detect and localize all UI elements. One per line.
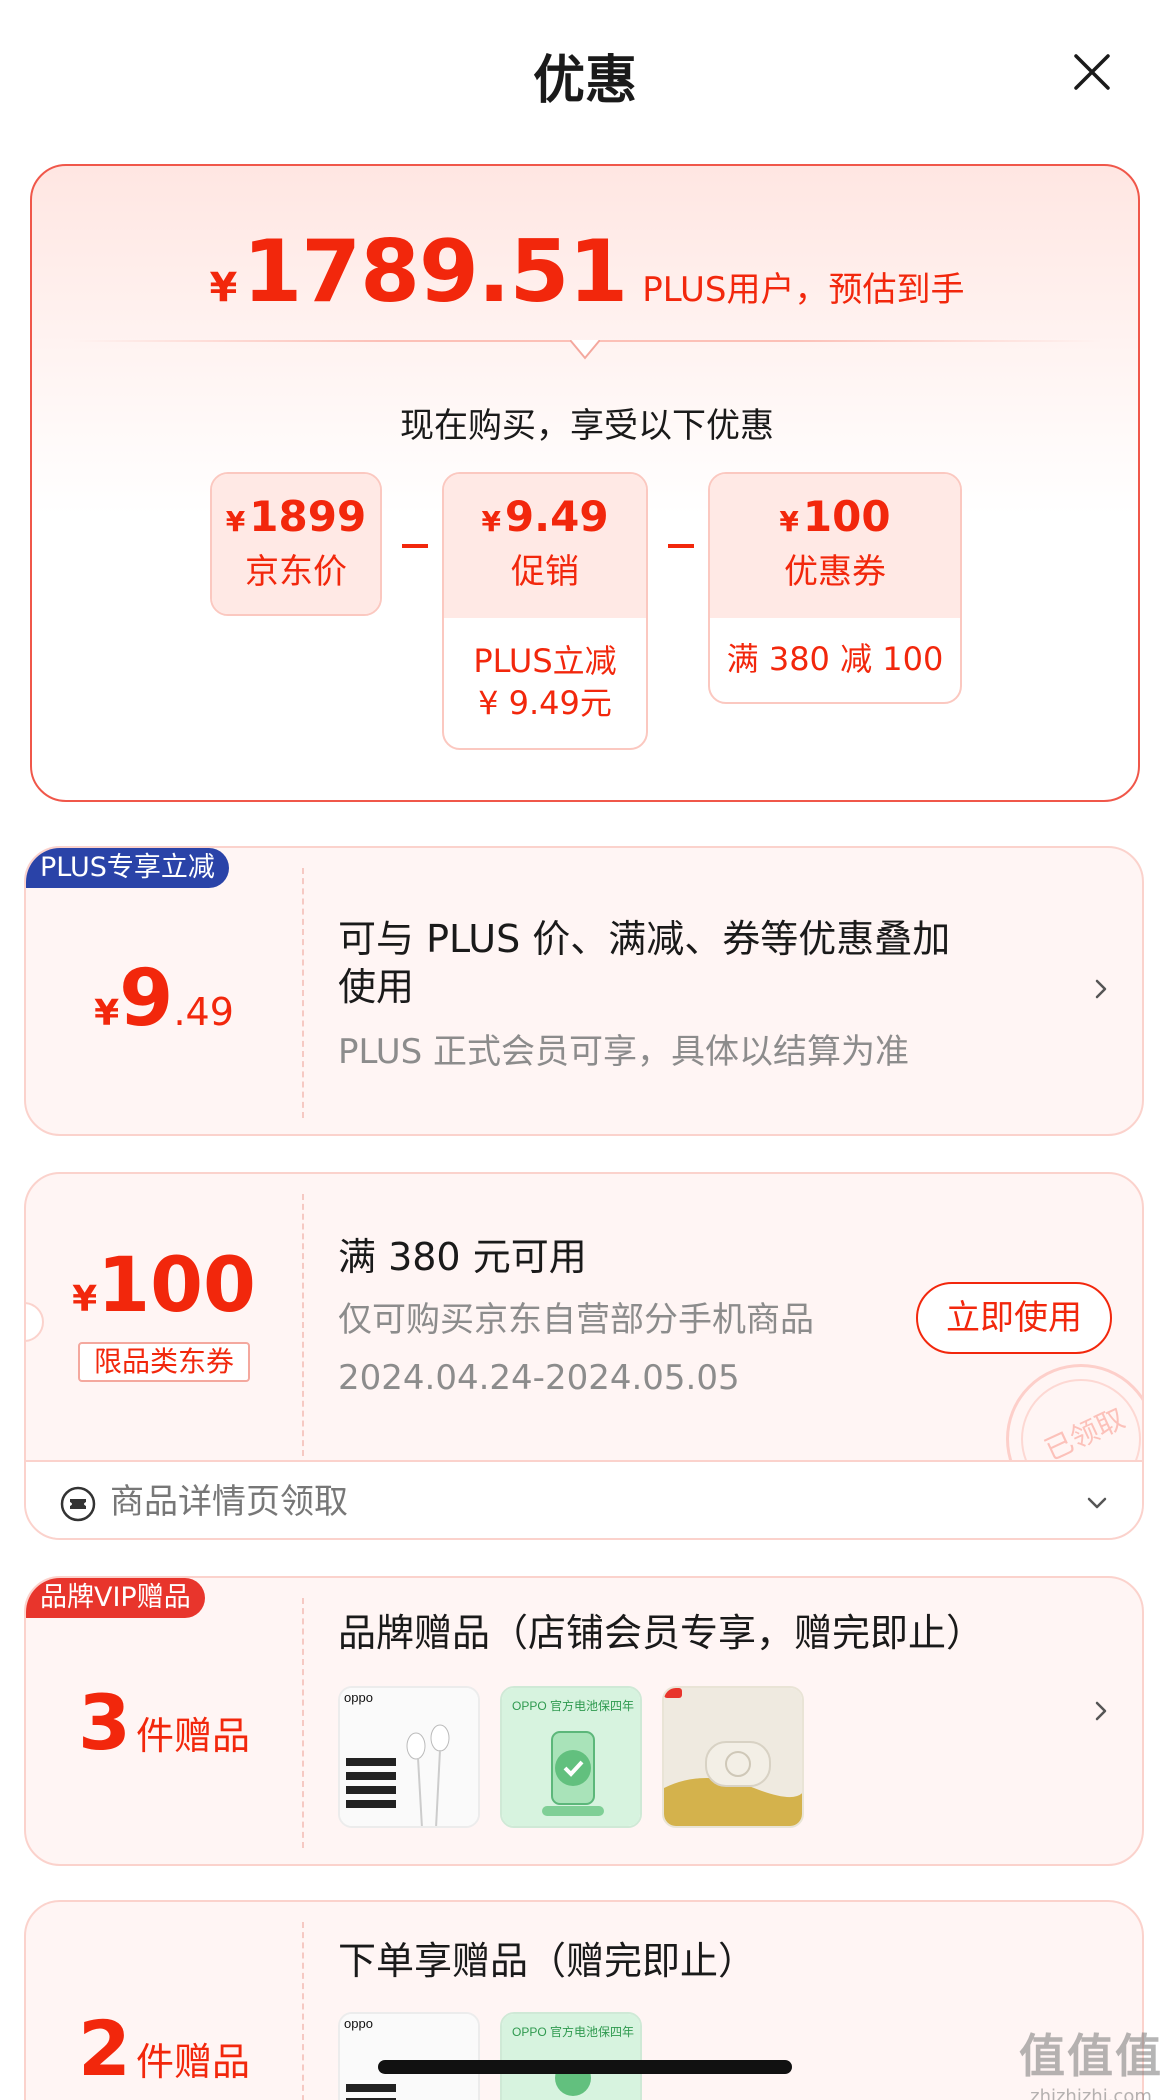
currency-symbol: ¥	[94, 993, 120, 1034]
currency-symbol: ¥	[209, 265, 238, 311]
use-now-button[interactable]: 立即使用	[916, 1282, 1112, 1354]
coupon-validity: 2024.04.24-2024.05.05	[338, 1358, 740, 1398]
watermark-url: zhizhizhi.com	[1030, 2086, 1152, 2100]
breakdown-amount: 1899	[249, 492, 367, 541]
coupon-footer[interactable]: 商品详情页领取	[26, 1460, 1142, 1538]
brand-gift-card[interactable]: 品牌VIP赠品 3 件赠品 品牌赠品（店铺会员专享，赠完即止） oppo OPP…	[24, 1576, 1144, 1866]
currency-symbol: ¥	[481, 505, 501, 538]
close-icon[interactable]	[1068, 48, 1116, 96]
gift-image-speaker[interactable]	[662, 1686, 804, 1828]
gift-image-earphones[interactable]: oppo	[338, 1686, 480, 1828]
offers-sheet: 优惠 ¥ 1789.51 PLUS用户，预估到手 现在购买，享受以下优惠 ¥18…	[0, 0, 1170, 2100]
price-note: PLUS用户，预估到手	[642, 270, 965, 310]
coupon-source-text: 商品详情页领取	[110, 1482, 348, 1522]
breakdown-label: 优惠券	[784, 552, 886, 592]
chevron-right-icon[interactable]	[1090, 1700, 1112, 1722]
dashed-separator	[302, 1922, 304, 2100]
site-watermark: 值值值 zhizhizhi.com	[1016, 2020, 1166, 2100]
currency-symbol: ¥	[72, 1279, 98, 1320]
breakdown-jd-price: ¥1899 京东价	[210, 472, 382, 616]
brand-gift-title: 品牌赠品（店铺会员专享，赠完即止）	[338, 1611, 985, 1655]
amount-integer: 9	[119, 954, 174, 1044]
gift-count-unit: 件赠品	[135, 2040, 250, 2084]
currency-symbol: ¥	[779, 505, 799, 538]
breakdown-coupon: ¥100 优惠券 满 380 减 100	[708, 472, 962, 704]
breakdown-label: 促销	[511, 552, 579, 592]
gift-image-battery-warranty[interactable]: OPPO 官方电池保四年	[500, 1686, 642, 1828]
coupon-source-icon	[60, 1486, 96, 1522]
plus-amount: ¥9.49	[26, 954, 302, 1044]
promo-detail-amount: ¥ 9.49元	[478, 684, 612, 722]
breakdown-subtitle: 现在购买，享受以下优惠	[400, 406, 774, 446]
gift-count-unit: 件赠品	[135, 1714, 250, 1758]
breakdown-label: 京东价	[245, 552, 347, 592]
coupon-card: ¥100 限品类东券 满 380 元可用 仅可购买京东自营部分手机商品 2024…	[24, 1172, 1144, 1540]
svg-text:oppo: oppo	[344, 2016, 373, 2031]
order-gift-title: 下单享赠品（赠完即止）	[338, 1939, 757, 1983]
dashed-separator	[302, 1598, 304, 1848]
plus-tag: PLUS专享立减	[26, 848, 229, 888]
coupon-type-badge: 限品类东券	[78, 1342, 250, 1382]
gift-image-battery-warranty[interactable]: OPPO 官方电池保四年	[500, 2012, 642, 2100]
watermark-logo: 值值值	[1019, 2029, 1163, 2083]
final-price: 1789.51	[242, 222, 628, 322]
minus-sign	[668, 544, 694, 548]
home-indicator[interactable]	[378, 2060, 792, 2074]
gift-count: 3 件赠品	[26, 1678, 302, 1767]
promo-detail: PLUS立减	[473, 642, 617, 680]
sheet-title: 优惠	[532, 51, 637, 111]
coupon-desc: 仅可购买京东自营部分手机商品	[338, 1300, 814, 1340]
plus-discount-card[interactable]: PLUS专享立减 ¥9.49 可与 PLUS 价、满减、券等优惠叠加 使用 PL…	[24, 846, 1144, 1136]
dashed-separator	[302, 1194, 304, 1456]
coupon-amount: ¥100	[26, 1240, 302, 1329]
currency-symbol: ¥	[225, 505, 246, 538]
chevron-down-icon[interactable]	[1086, 1492, 1108, 1514]
chevron-right-icon[interactable]	[1090, 978, 1112, 1000]
minus-sign	[402, 544, 428, 548]
plus-desc-line2: 使用	[338, 965, 415, 1009]
breakdown-amount: 100	[802, 492, 891, 541]
gift-count-number: 3	[78, 1678, 131, 1767]
price-summary-card: ¥ 1789.51 PLUS用户，预估到手 现在购买，享受以下优惠 ¥1899 …	[30, 164, 1140, 802]
svg-text:oppo: oppo	[344, 1690, 373, 1705]
coupon-detail: 满 380 减 100	[726, 640, 944, 678]
breakdown-amount: 9.49	[504, 492, 609, 541]
pointer-notch	[570, 340, 600, 360]
plus-sub: PLUS 正式会员可享，具体以结算为准	[338, 1032, 910, 1072]
gift-image-earphones[interactable]: oppo	[338, 2012, 480, 2100]
amount-decimal: .49	[173, 990, 234, 1034]
gift-count: 2 件赠品	[26, 2004, 302, 2093]
gift-count-number: 2	[78, 2004, 131, 2093]
brand-vip-tag: 品牌VIP赠品	[26, 1578, 205, 1618]
coupon-value: 100	[97, 1240, 256, 1329]
breakdown-promotion: ¥9.49 促销 PLUS立减 ¥ 9.49元	[442, 472, 648, 750]
plus-desc-line1: 可与 PLUS 价、满减、券等优惠叠加	[338, 917, 951, 961]
svg-text:OPPO 官方电池保四年: OPPO 官方电池保四年	[512, 2024, 634, 2039]
coupon-title: 满 380 元可用	[338, 1235, 587, 1279]
svg-text:OPPO 官方电池保四年: OPPO 官方电池保四年	[512, 1698, 634, 1713]
dashed-separator	[302, 868, 304, 1118]
estimated-price: ¥ 1789.51 PLUS用户，预估到手	[32, 222, 1142, 322]
